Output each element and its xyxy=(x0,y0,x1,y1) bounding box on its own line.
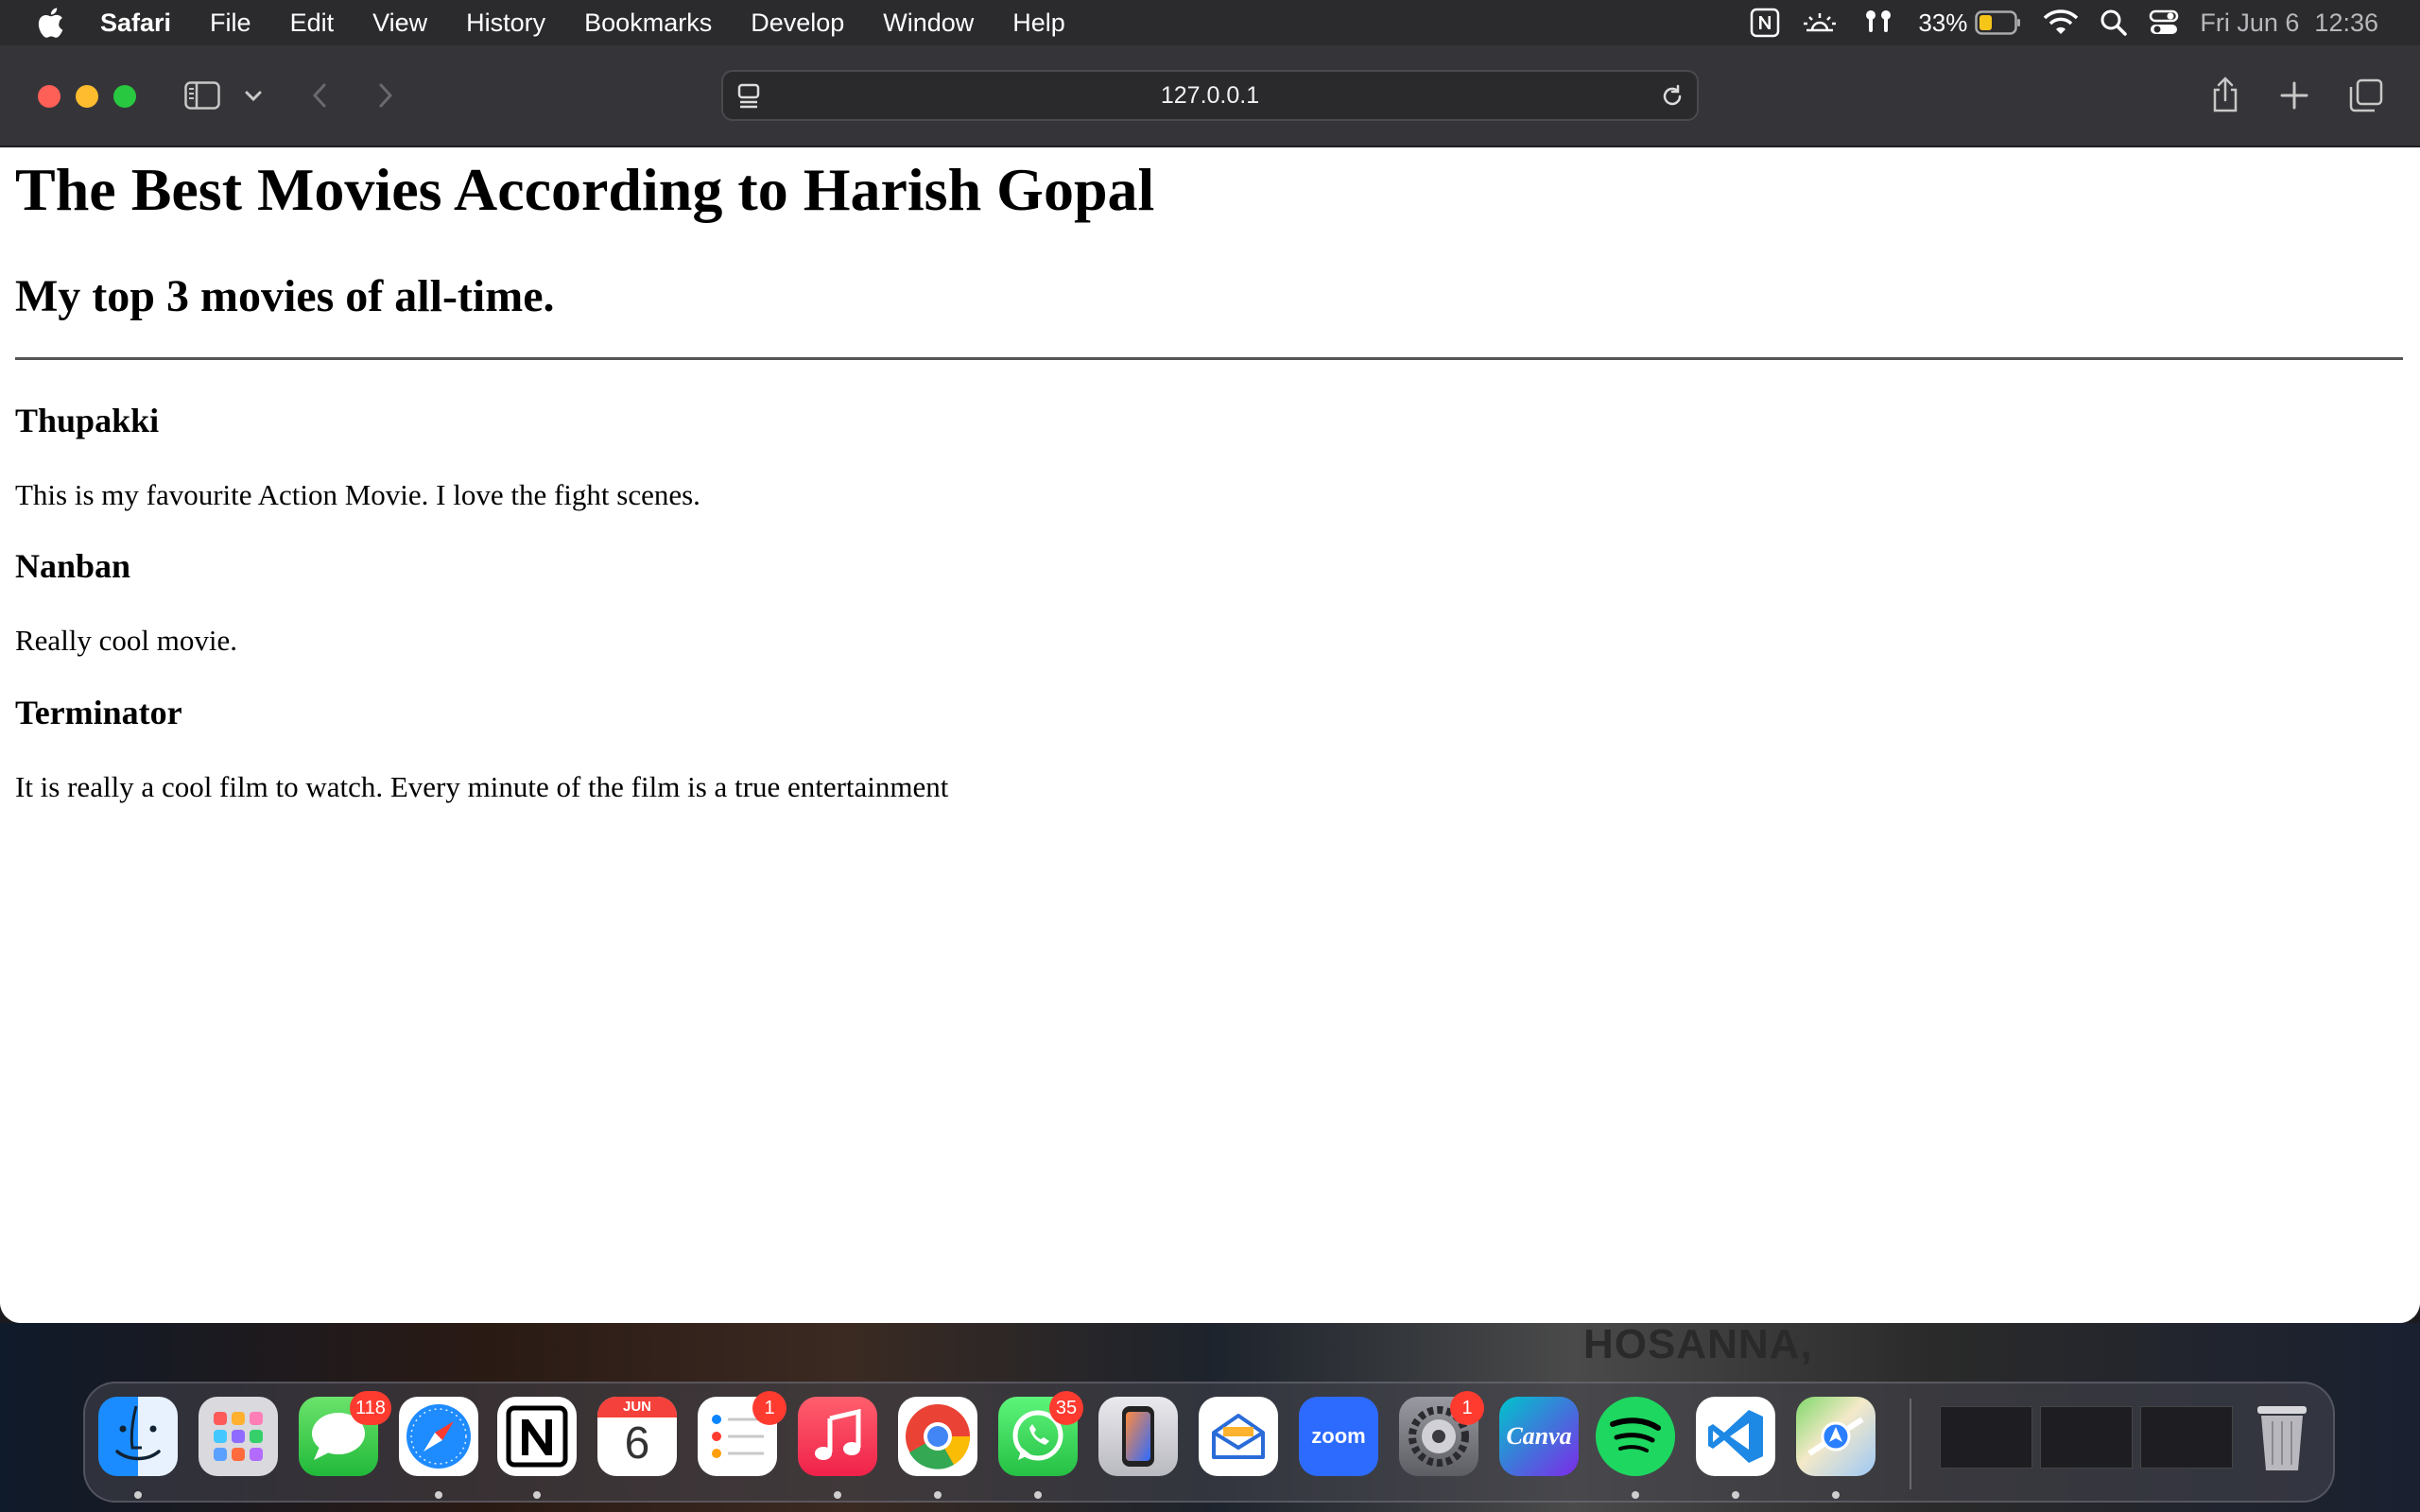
menu-window[interactable]: Window xyxy=(883,9,974,38)
spotlight-search-icon[interactable] xyxy=(2100,9,2128,37)
wifi-icon[interactable] xyxy=(2043,9,2079,37)
canva-icon[interactable]: Canva xyxy=(1499,1397,1579,1476)
page-subtitle: My top 3 movies of all-time. xyxy=(15,271,555,321)
url-text[interactable]: 127.0.0.1 xyxy=(723,72,1697,119)
running-indicator xyxy=(1632,1491,1639,1499)
messages-badge: 118 xyxy=(350,1391,391,1425)
clock-date: Fri Jun 6 xyxy=(2200,8,2300,37)
running-indicator xyxy=(1832,1491,1840,1499)
running-indicator xyxy=(533,1491,541,1499)
chrome-icon[interactable] xyxy=(898,1397,977,1476)
new-tab-icon[interactable] xyxy=(2278,79,2310,112)
browser-toolbar: 127.0.0.1 xyxy=(0,45,2420,147)
running-indicator xyxy=(934,1491,942,1499)
trash-icon[interactable] xyxy=(2242,1397,2322,1476)
movie-description: It is really a cool film to watch. Every… xyxy=(15,770,949,803)
spotify-icon[interactable] xyxy=(1596,1397,1675,1476)
mail-icon[interactable] xyxy=(1199,1397,1278,1476)
minimized-window-thumbnail[interactable] xyxy=(2140,1406,2233,1469)
vscode-icon[interactable] xyxy=(1696,1397,1775,1476)
chevron-down-icon[interactable] xyxy=(242,85,265,108)
notion-status-icon[interactable] xyxy=(1750,8,1780,38)
menu-help[interactable]: Help xyxy=(1012,9,1065,38)
minimize-window-button[interactable] xyxy=(76,85,98,108)
menu-bookmarks[interactable]: Bookmarks xyxy=(584,9,712,38)
menu-bar: Safari File Edit View History Bookmarks … xyxy=(0,0,2420,45)
reminders-badge: 1 xyxy=(752,1391,786,1425)
calendar-icon[interactable]: JUN 6 xyxy=(597,1397,677,1476)
safari-icon[interactable] xyxy=(399,1397,478,1476)
menu-view[interactable]: View xyxy=(372,9,427,38)
menu-file[interactable]: File xyxy=(210,9,251,38)
finder-icon[interactable] xyxy=(98,1397,178,1476)
movie-description: Really cool movie. xyxy=(15,624,238,657)
running-indicator xyxy=(435,1491,442,1499)
movie-title: Thupakki xyxy=(15,402,160,439)
wallpaper-text: HOSANNA, xyxy=(1583,1321,1813,1367)
battery-percent: 33% xyxy=(1918,8,1968,37)
zoom-icon[interactable]: zoom xyxy=(1299,1397,1378,1476)
movie-title: Nanban xyxy=(15,547,131,585)
clock-time: 12:36 xyxy=(2314,8,2378,37)
close-window-button[interactable] xyxy=(38,85,60,108)
music-icon[interactable] xyxy=(798,1397,877,1476)
system-settings-badge: 1 xyxy=(1450,1391,1484,1425)
menu-history[interactable]: History xyxy=(466,9,545,38)
sidebar-icon[interactable] xyxy=(183,79,221,112)
running-indicator xyxy=(834,1491,841,1499)
menu-clock[interactable]: Fri Jun 6 12:36 xyxy=(2200,9,2378,38)
minimized-window-thumbnail[interactable] xyxy=(1940,1406,2032,1469)
running-indicator xyxy=(1732,1491,1739,1499)
calendar-month: JUN xyxy=(597,1397,677,1418)
iphone-mirroring-icon[interactable] xyxy=(1098,1397,1178,1476)
notion-icon[interactable] xyxy=(497,1397,577,1476)
menu-develop[interactable]: Develop xyxy=(751,9,844,38)
maps-icon[interactable] xyxy=(1796,1397,1876,1476)
airpods-icon[interactable] xyxy=(1859,8,1897,38)
reload-icon[interactable] xyxy=(1659,83,1685,114)
dock-separator xyxy=(1910,1399,1911,1489)
forward-button[interactable] xyxy=(374,81,397,110)
control-center-icon[interactable] xyxy=(2149,9,2179,37)
safari-window: 127.0.0.1 The Best Movies According to H… xyxy=(0,45,2420,1323)
back-button[interactable] xyxy=(308,81,331,110)
night-shift-icon[interactable] xyxy=(1801,8,1839,38)
zoom-window-button[interactable] xyxy=(113,85,136,108)
movie-description: This is my favourite Action Movie. I lov… xyxy=(15,478,700,511)
launchpad-icon[interactable] xyxy=(199,1397,278,1476)
running-indicator xyxy=(134,1491,142,1499)
battery-icon[interactable] xyxy=(1975,10,2022,35)
menu-edit[interactable]: Edit xyxy=(290,9,335,38)
divider xyxy=(15,357,2403,360)
tab-overview-icon[interactable] xyxy=(2348,77,2384,113)
menu-app-name[interactable]: Safari xyxy=(100,9,171,38)
address-bar[interactable]: 127.0.0.1 xyxy=(721,70,1699,121)
whatsapp-badge: 35 xyxy=(1049,1391,1083,1425)
web-page: The Best Movies According to Harish Gopa… xyxy=(0,147,2420,1323)
movie-title: Terminator xyxy=(15,694,182,731)
page-title: The Best Movies According to Harish Gopa… xyxy=(15,156,1155,223)
running-indicator xyxy=(1034,1491,1042,1499)
minimized-window-thumbnail[interactable] xyxy=(2040,1406,2133,1469)
apple-menu-icon[interactable] xyxy=(38,8,66,38)
calendar-day: 6 xyxy=(624,1418,650,1469)
share-icon[interactable] xyxy=(2208,74,2242,115)
